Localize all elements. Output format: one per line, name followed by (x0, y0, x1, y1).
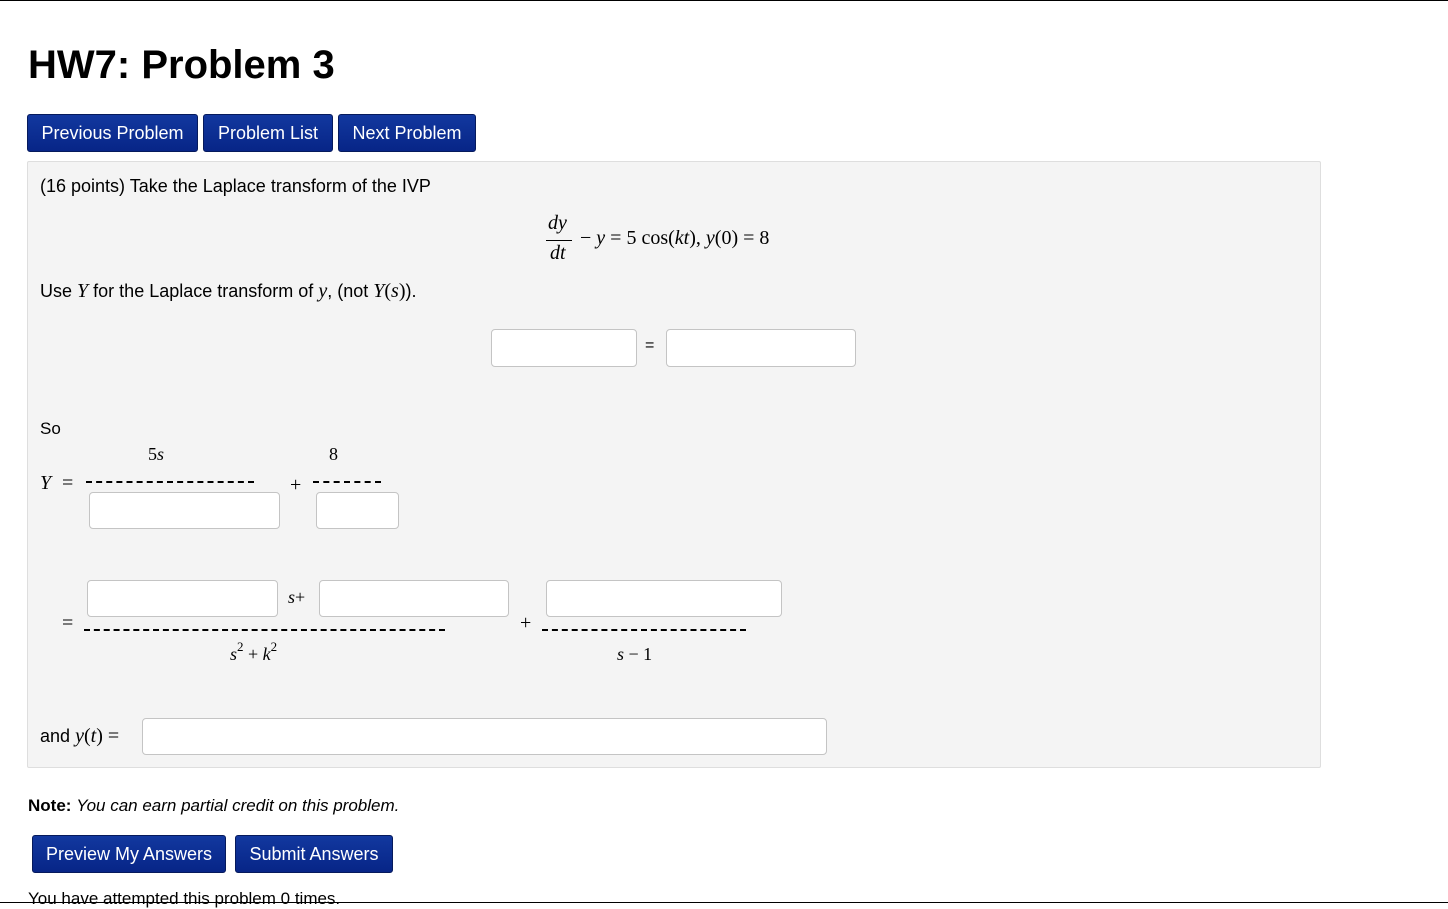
fraction-line-3 (84, 629, 445, 631)
previous-problem-button[interactable]: Previous Problem (27, 114, 198, 152)
transformed-lhs-input[interactable] (491, 329, 637, 367)
equals-sign-2: = (62, 612, 74, 634)
and-label: and y(t) = (40, 725, 120, 747)
next-problem-button[interactable]: Next Problem (338, 114, 476, 152)
denominator-1-input[interactable] (89, 492, 280, 529)
preview-answers-button[interactable]: Preview My Answers (32, 835, 226, 873)
ivp-denominator: dt (550, 242, 566, 264)
partial-credit-note: Note: You can earn partial credit on thi… (28, 796, 400, 815)
s-plus-label: s+ (288, 587, 306, 607)
denominator-2-input[interactable] (316, 492, 399, 529)
numerator-3-input[interactable] (546, 580, 782, 617)
submit-answers-button[interactable]: Submit Answers (235, 835, 393, 873)
ivp-fraction-bar (546, 240, 572, 241)
numerator-8: 8 (329, 444, 338, 464)
y-of-t-input[interactable] (142, 718, 827, 755)
page-title: HW7: Problem 3 (28, 43, 335, 87)
problem-intro: (16 points) Take the Laplace transform o… (40, 176, 431, 196)
numerator-constant-input[interactable] (319, 580, 509, 617)
problem-list-button[interactable]: Problem List (203, 114, 333, 152)
ivp-rhs: − y = 5 cos(kt), y(0) = 8 (580, 227, 770, 249)
attempts-text: You have attempted this problem 0 times. (28, 889, 341, 908)
denominator-s2-k2: s2 + k2 (230, 639, 278, 664)
equals-sign: = (645, 337, 655, 354)
numerator-5s: 5s (148, 444, 165, 464)
denominator-s-minus-1: s − 1 (617, 644, 653, 664)
plus-sign-2: + (520, 612, 532, 634)
ivp-numerator: dy (548, 212, 567, 234)
fraction-line-4 (542, 629, 746, 631)
use-instruction: Use Y for the Laplace transform of y, (n… (40, 280, 417, 302)
y-variable: Y (40, 472, 52, 494)
so-label: So (40, 419, 61, 438)
numerator-coefficient-input[interactable] (87, 580, 278, 617)
transformed-rhs-input[interactable] (666, 329, 856, 367)
fraction-line-1 (86, 481, 254, 483)
problem-panel: (16 points) Take the Laplace transform o… (27, 161, 1321, 768)
y-equals: = (62, 472, 74, 494)
plus-sign-1: + (290, 474, 302, 496)
fraction-line-2 (313, 481, 381, 483)
